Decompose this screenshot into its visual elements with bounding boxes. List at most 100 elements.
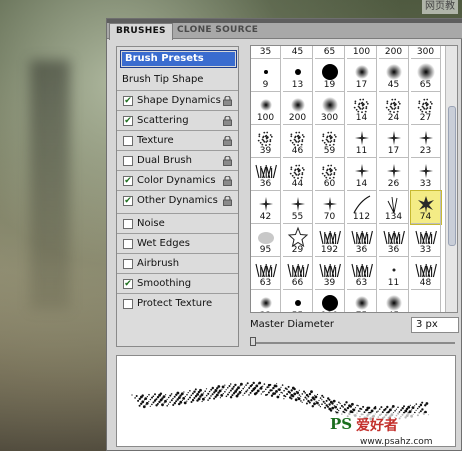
sidebar-option-airbrush[interactable]: Airbrush bbox=[117, 253, 238, 273]
lock-icon[interactable] bbox=[223, 96, 232, 106]
brush-preset-cell[interactable]: 45 bbox=[283, 46, 313, 59]
brush-tip-soft-icon bbox=[354, 296, 369, 310]
brush-preset-cell[interactable]: 11 bbox=[347, 125, 377, 158]
brush-preset-cell[interactable]: 60 bbox=[315, 158, 345, 191]
brush-preset-cell[interactable]: 70 bbox=[315, 191, 345, 224]
brush-preset-cell[interactable]: 95 bbox=[251, 224, 281, 257]
sidebar-option-other-dynamics[interactable]: ✔ Other Dynamics bbox=[117, 190, 238, 210]
brush-preset-cell[interactable]: 17 bbox=[347, 59, 377, 92]
brush-preset-cell[interactable]: 26 bbox=[379, 158, 409, 191]
brush-preset-cell[interactable]: 100 bbox=[251, 92, 281, 125]
brush-preset-cell[interactable]: 33 bbox=[411, 224, 441, 257]
sidebar-option-shape-dynamics[interactable]: ✔ Shape Dynamics bbox=[117, 90, 238, 110]
sidebar-option-noise[interactable]: Noise bbox=[117, 213, 238, 233]
brush-preset-cell[interactable]: 17 bbox=[379, 125, 409, 158]
lock-icon[interactable] bbox=[223, 136, 232, 146]
checkbox-checked[interactable]: ✔ bbox=[123, 176, 133, 186]
brush-preset-cell[interactable]: 74 bbox=[410, 190, 442, 225]
brush-preset-cell[interactable]: 59 bbox=[315, 125, 345, 158]
brush-preset-cell[interactable]: 39 bbox=[315, 257, 345, 290]
brush-preset-cell[interactable]: 39 bbox=[251, 125, 281, 158]
brush-presets-label: Brush Presets bbox=[122, 52, 235, 66]
brush-preset-cell[interactable]: 65 bbox=[411, 59, 441, 92]
brush-preset-cell[interactable]: 63 bbox=[347, 257, 377, 290]
brush-preset-cell[interactable]: 48 bbox=[411, 257, 441, 290]
checkbox-unchecked[interactable] bbox=[123, 259, 133, 269]
sidebar-option-scattering[interactable]: ✔ Scattering bbox=[117, 110, 238, 130]
brush-preset-cell[interactable]: 55 bbox=[283, 191, 313, 224]
lock-icon[interactable] bbox=[223, 176, 232, 186]
sidebar-option-dual-brush[interactable]: Dual Brush bbox=[117, 150, 238, 170]
scrollbar-thumb[interactable] bbox=[448, 106, 456, 246]
checkbox-checked[interactable]: ✔ bbox=[123, 116, 133, 126]
brush-preset-cell[interactable]: 300 bbox=[315, 92, 345, 125]
brush-preset-cell[interactable]: 36 bbox=[347, 224, 377, 257]
brush-size-label: 36 bbox=[259, 179, 272, 189]
master-diameter-slider-track[interactable] bbox=[250, 342, 455, 344]
brush-preset-cell[interactable]: 45 bbox=[379, 59, 409, 92]
brush-presets-button[interactable]: Brush Presets bbox=[120, 50, 237, 68]
master-diameter-input[interactable]: 3 px bbox=[411, 317, 459, 333]
brush-preset-cell[interactable]: 46 bbox=[283, 125, 313, 158]
brush-preset-cell[interactable]: 44 bbox=[283, 158, 313, 191]
brush-preset-cell[interactable]: 36 bbox=[379, 224, 409, 257]
brush-preset-cell[interactable]: 55 bbox=[283, 290, 313, 312]
brush-preset-cell[interactable]: 75 bbox=[347, 290, 377, 312]
brush-preset-cell[interactable]: 200 bbox=[283, 92, 313, 125]
brush-preset-cell[interactable]: 29 bbox=[283, 224, 313, 257]
checkbox-unchecked[interactable] bbox=[123, 299, 133, 309]
brush-preset-cell[interactable]: 27 bbox=[411, 92, 441, 125]
brush-preset-cell[interactable]: 23 bbox=[411, 125, 441, 158]
brush-tip-shape-item[interactable]: Brush Tip Shape bbox=[117, 70, 238, 90]
brush-preset-cell[interactable]: 24 bbox=[379, 92, 409, 125]
checkbox-unchecked[interactable] bbox=[123, 156, 133, 166]
brush-preset-cell[interactable]: 19 bbox=[315, 59, 345, 92]
brush-tip-shape-label: Brush Tip Shape bbox=[122, 74, 204, 85]
brush-preset-cell[interactable]: 14 bbox=[347, 158, 377, 191]
brush-preset-cell[interactable]: 65 bbox=[315, 46, 345, 59]
brush-preset-cell[interactable]: 33 bbox=[411, 158, 441, 191]
brush-preset-cell[interactable]: 300 bbox=[411, 46, 441, 59]
checkbox-unchecked[interactable] bbox=[123, 219, 133, 229]
brush-preset-cell[interactable]: 11 bbox=[379, 257, 409, 290]
brush-preset-cell[interactable]: 192 bbox=[315, 224, 345, 257]
lock-icon[interactable] bbox=[223, 116, 232, 126]
brush-preset-cell[interactable]: 66 bbox=[283, 257, 313, 290]
master-diameter-slider-thumb[interactable] bbox=[250, 337, 256, 346]
sidebar-option-color-dynamics[interactable]: ✔ Color Dynamics bbox=[117, 170, 238, 190]
checkbox-checked[interactable]: ✔ bbox=[123, 196, 133, 206]
brush-preset-cell[interactable]: 9 bbox=[251, 59, 281, 92]
tab-clone-source[interactable]: CLONE SOURCE bbox=[171, 23, 264, 39]
checkbox-unchecked[interactable] bbox=[123, 239, 133, 249]
checkbox-checked[interactable]: ✔ bbox=[123, 279, 133, 289]
sidebar-option-wet-edges[interactable]: Wet Edges bbox=[117, 233, 238, 253]
brush-preset-cell[interactable]: 35 bbox=[251, 46, 281, 59]
sidebar-option-protect-texture[interactable]: Protect Texture bbox=[117, 293, 238, 313]
brush-preset-cell[interactable]: 112 bbox=[347, 191, 377, 224]
sidebar-option-smoothing[interactable]: ✔ Smoothing bbox=[117, 273, 238, 293]
brush-preset-cell[interactable]: 100 bbox=[347, 46, 377, 59]
lock-icon[interactable] bbox=[223, 196, 232, 206]
brush-preset-cell[interactable]: 36 bbox=[251, 158, 281, 191]
brush-preset-cell[interactable]: 45 bbox=[379, 290, 409, 312]
brush-size-label: 63 bbox=[355, 278, 368, 288]
brush-preset-cell[interactable]: 63 bbox=[251, 257, 281, 290]
checkbox-unchecked[interactable] bbox=[123, 136, 133, 146]
brush-size-label: 39 bbox=[259, 146, 272, 156]
brush-preset-cell[interactable]: 42 bbox=[251, 191, 281, 224]
brush-preset-cell[interactable]: 100 bbox=[315, 290, 345, 312]
checkbox-checked[interactable]: ✔ bbox=[123, 96, 133, 106]
brush-preset-cell[interactable]: 32 bbox=[251, 290, 281, 312]
brush-preset-cell[interactable]: 13 bbox=[283, 59, 313, 92]
grid-scrollbar[interactable] bbox=[445, 46, 457, 312]
brush-size-label: 44 bbox=[291, 179, 304, 189]
tab-brushes[interactable]: BRUSHES bbox=[109, 23, 173, 40]
sidebar-option-label: Shape Dynamics bbox=[137, 95, 221, 106]
sidebar-option-texture[interactable]: Texture bbox=[117, 130, 238, 150]
brush-preset-cell[interactable]: 134 bbox=[379, 191, 409, 224]
brush-size-label: 42 bbox=[259, 212, 272, 222]
brush-preset-cell[interactable]: 14 bbox=[347, 92, 377, 125]
brush-preset-cell[interactable]: 200 bbox=[379, 46, 409, 59]
lock-icon[interactable] bbox=[223, 156, 232, 166]
brush-preset-cell[interactable] bbox=[411, 290, 441, 312]
